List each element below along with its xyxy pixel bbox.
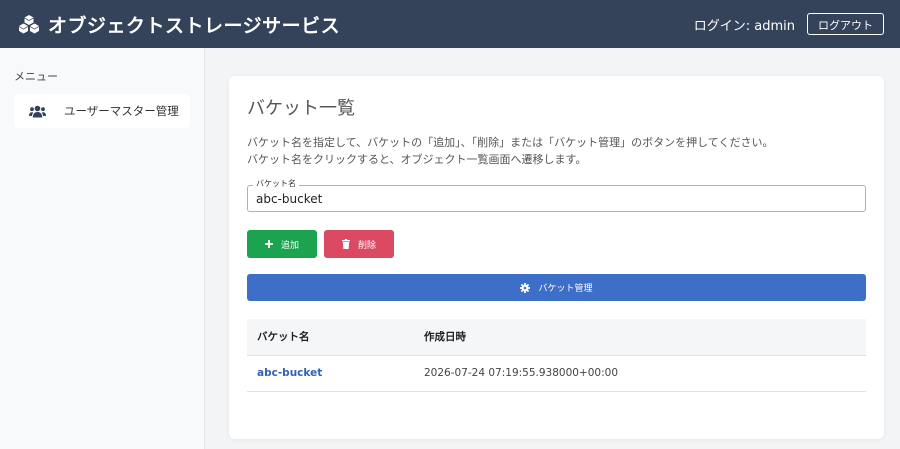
plus-icon	[264, 240, 273, 248]
delete-button[interactable]: 削除	[324, 230, 394, 258]
cubes-icon	[19, 15, 39, 34]
description: バケット名を指定して、バケットの「追加」、「削除」または「バケット管理」のボタン…	[247, 134, 866, 168]
bucket-manage-label: バケット管理	[538, 284, 593, 294]
bucket-name-cell: abc-bucket	[247, 355, 424, 392]
bucket-link[interactable]: abc-bucket	[257, 367, 322, 379]
trash-icon	[341, 239, 350, 249]
bucket-name-label: バケット名	[253, 179, 299, 189]
app-title: オブジェクトストレージサービス	[48, 14, 341, 37]
description-line-1: バケット名を指定して、バケットの「追加」、「削除」または「バケット管理」のボタン…	[247, 136, 774, 149]
bucket-table: バケット名 作成日時 abc-bucket 2026-07-24 07:19:5…	[247, 319, 866, 392]
users-icon	[29, 105, 46, 117]
sidebar: メニュー ユーザーマスター管理	[0, 48, 205, 449]
logout-button[interactable]: ログアウト	[807, 13, 884, 35]
bucket-list-card: バケット一覧 バケット名を指定して、バケットの「追加」、「削除」または「バケット…	[229, 76, 884, 439]
bucket-manage-button[interactable]: バケット管理	[247, 274, 866, 301]
delete-button-label: 削除	[357, 240, 376, 251]
add-button[interactable]: 追加	[247, 230, 317, 258]
bucket-name-input[interactable]	[247, 185, 866, 212]
bucket-name-field: バケット名	[247, 179, 866, 212]
table-row: abc-bucket 2026-07-24 07:19:55.938000+00…	[247, 355, 866, 392]
action-buttons: 追加 削除	[247, 230, 866, 258]
table-header-row: バケット名 作成日時	[247, 319, 866, 356]
sidebar-item-label: ユーザーマスター管理	[64, 104, 179, 118]
app-header: オブジェクトストレージサービス ログイン: admin ログアウト	[0, 0, 900, 48]
created-at-cell: 2026-07-24 07:19:55.938000+00:00	[424, 355, 866, 392]
add-button-label: 追加	[280, 240, 299, 251]
login-status: ログイン: admin	[693, 18, 795, 34]
column-header-bucket-name: バケット名	[247, 319, 424, 356]
menu-title: メニュー	[14, 70, 58, 83]
brand: オブジェクトストレージサービス	[18, 11, 340, 38]
page-title: バケット一覧	[247, 98, 355, 119]
gear-icon	[520, 282, 531, 293]
header-user-area: ログイン: admin ログアウト	[694, 13, 884, 35]
column-header-created-at: 作成日時	[424, 319, 866, 356]
sidebar-item-user-master[interactable]: ユーザーマスター管理	[14, 94, 190, 128]
description-line-2: バケット名をクリックすると、オブジェクト一覧画面へ遷移します。	[247, 153, 587, 166]
